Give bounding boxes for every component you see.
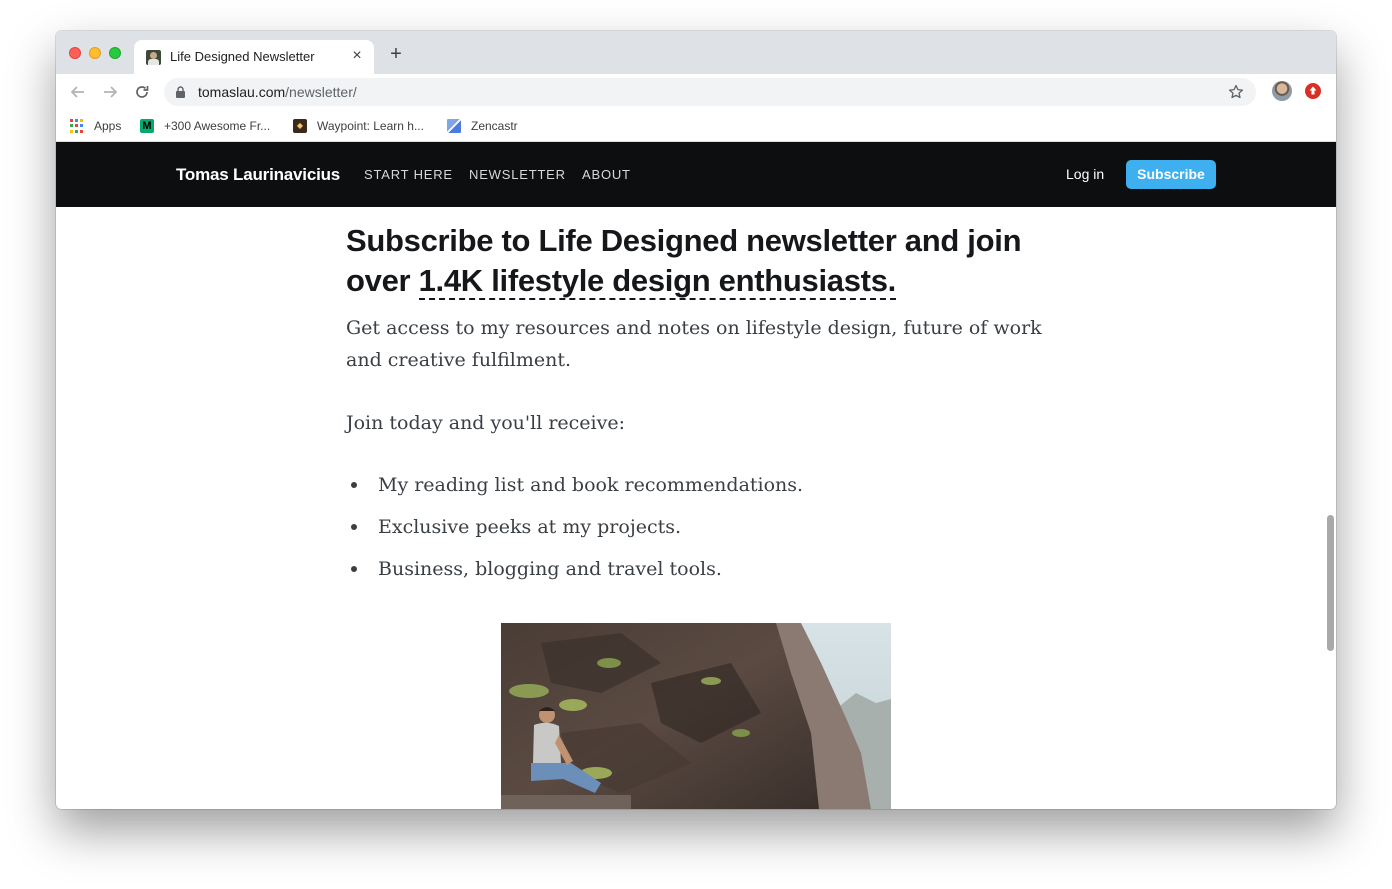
maximize-window-button[interactable] xyxy=(109,47,121,59)
url-text: tomaslau.com/newsletter/ xyxy=(198,84,357,100)
tab-close-icon[interactable]: × xyxy=(348,47,366,65)
apps-grid-icon xyxy=(70,119,84,133)
benefits-list: My reading list and book recommendations… xyxy=(346,469,1046,595)
bullet-icon xyxy=(351,566,357,572)
browser-tab[interactable]: Life Designed Newsletter × xyxy=(134,40,374,74)
bookmark-zencastr[interactable]: Zencastr xyxy=(447,116,537,136)
back-arrow-icon[interactable] xyxy=(66,80,90,104)
login-link[interactable]: Log in xyxy=(1066,166,1104,182)
cliff-photo-illustration xyxy=(501,623,891,809)
list-item-text: My reading list and book recommendations… xyxy=(378,474,804,496)
nav-start-here[interactable]: START HERE xyxy=(364,167,453,182)
reload-icon[interactable] xyxy=(130,80,154,104)
minimize-window-button[interactable] xyxy=(89,47,101,59)
tab-title: Life Designed Newsletter xyxy=(170,49,315,64)
url-path: /newsletter/ xyxy=(285,84,357,100)
medium-icon: M xyxy=(140,119,154,133)
headline-highlight: 1.4K lifestyle design enthusiasts. xyxy=(418,263,896,300)
bullet-icon xyxy=(351,524,357,530)
extension-icon[interactable] xyxy=(1305,83,1321,99)
bullet-icon xyxy=(351,482,357,488)
nav-about[interactable]: ABOUT xyxy=(582,167,631,182)
bookmarks-bar: Apps M +300 Awesome Fr... ◆ Waypoint: Le… xyxy=(56,110,1336,142)
site-brand[interactable]: Tomas Laurinavicius xyxy=(176,165,340,185)
forward-arrow-icon[interactable] xyxy=(98,80,122,104)
site-header: Tomas Laurinavicius START HERE NEWSLETTE… xyxy=(56,142,1336,207)
list-item: Business, blogging and travel tools. xyxy=(346,553,1046,595)
list-item-text: Business, blogging and travel tools. xyxy=(378,558,722,580)
page-content: Subscribe to Life Designed newsletter an… xyxy=(56,207,1336,809)
browser-toolbar: tomaslau.com/newsletter/ xyxy=(56,74,1336,110)
waypoint-icon: ◆ xyxy=(293,119,307,133)
nav-newsletter[interactable]: NEWSLETTER xyxy=(469,167,566,182)
bookmark-label: Waypoint: Learn h... xyxy=(317,119,424,133)
bookmark-label: +300 Awesome Fr... xyxy=(164,119,271,133)
zencastr-icon xyxy=(447,119,461,133)
bookmark-waypoint[interactable]: ◆ Waypoint: Learn h... xyxy=(293,116,433,136)
hero-photo xyxy=(501,623,891,809)
bookmark-label: Apps xyxy=(94,119,122,133)
intro-paragraph: Join today and you'll receive: xyxy=(346,412,626,434)
list-item-text: Exclusive peeks at my projects. xyxy=(378,516,682,538)
url-host: tomaslau.com xyxy=(198,84,286,100)
browser-window: Life Designed Newsletter × + tomaslau.co… xyxy=(56,31,1336,809)
bookmark-label: Zencastr xyxy=(471,119,518,133)
site-favicon-icon xyxy=(146,50,161,65)
page-scrollbar[interactable] xyxy=(1327,515,1334,651)
bookmark-apps[interactable]: Apps xyxy=(70,116,130,136)
list-item: My reading list and book recommendations… xyxy=(346,469,1046,511)
lock-icon xyxy=(176,86,185,98)
tab-strip: Life Designed Newsletter × + xyxy=(56,31,1336,74)
address-bar[interactable]: tomaslau.com/newsletter/ xyxy=(164,78,1256,106)
new-tab-button[interactable]: + xyxy=(386,44,406,64)
subscribe-button[interactable]: Subscribe xyxy=(1126,160,1216,189)
close-window-button[interactable] xyxy=(69,47,81,59)
star-icon[interactable] xyxy=(1226,82,1246,102)
bookmark-medium[interactable]: M +300 Awesome Fr... xyxy=(140,116,280,136)
page-headline: Subscribe to Life Designed newsletter an… xyxy=(346,221,1046,301)
lede-paragraph: Get access to my resources and notes on … xyxy=(346,317,1042,371)
list-item: Exclusive peeks at my projects. xyxy=(346,511,1046,553)
profile-avatar[interactable] xyxy=(1272,81,1292,101)
